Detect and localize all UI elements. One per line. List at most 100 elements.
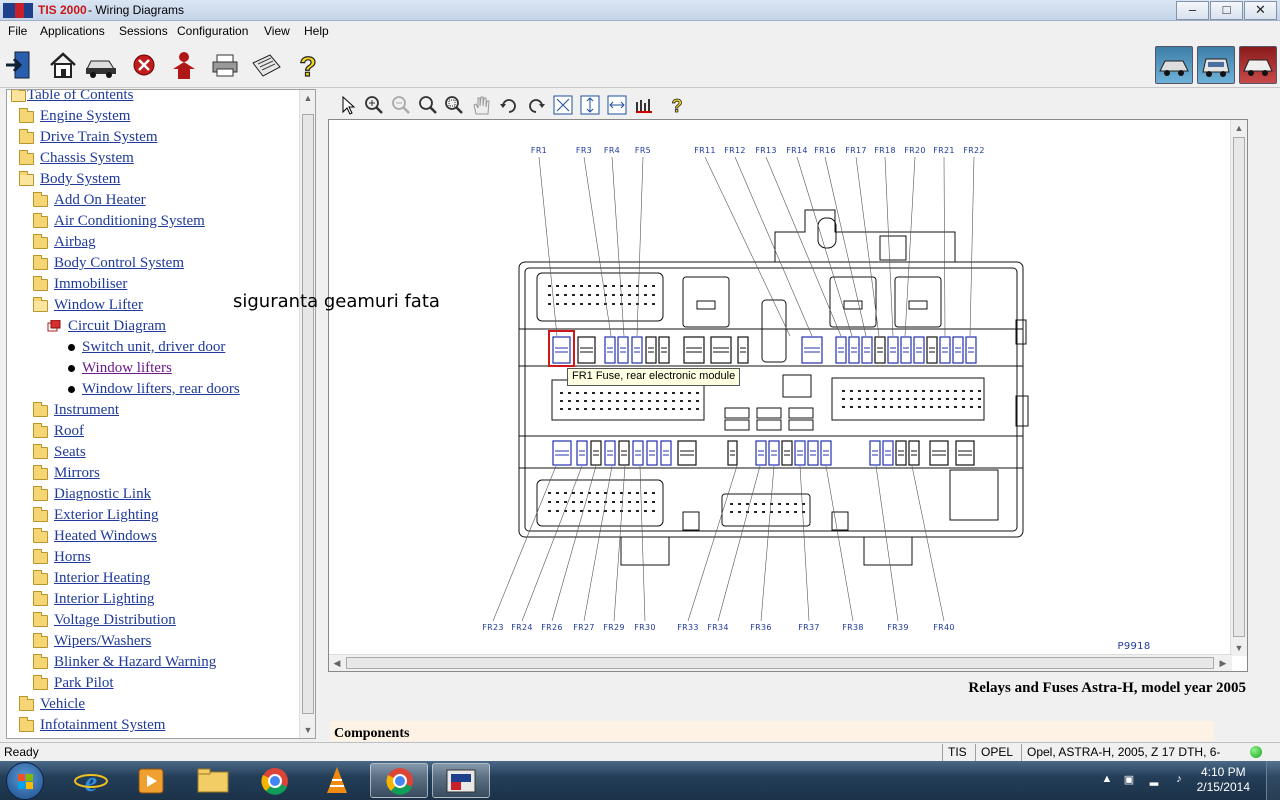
zoom-icon[interactable] [417, 94, 439, 116]
tree-item[interactable]: Horns [7, 549, 297, 570]
tree-item-label[interactable]: Heated Windows [54, 528, 157, 545]
zoom-out-icon[interactable] [390, 94, 412, 116]
tree-item-label[interactable]: Airbag [54, 234, 96, 251]
tree-item[interactable]: Park Pilot [7, 675, 297, 696]
fit-page-icon[interactable] [552, 94, 574, 116]
fit-height-icon[interactable] [579, 94, 601, 116]
tree-item-label[interactable]: Exterior Lighting [54, 507, 159, 524]
tree-item[interactable]: Mirrors [7, 465, 297, 486]
tree-item[interactable]: Voltage Distribution [7, 612, 297, 633]
tree-item-label[interactable]: Window lifters, rear doors [82, 381, 240, 398]
network-icon[interactable]: ▂ [1147, 773, 1161, 787]
user-icon[interactable] [168, 49, 200, 81]
tree-item-label[interactable]: Body System [40, 171, 120, 188]
menu-view[interactable]: View [264, 24, 290, 38]
tree-item-label[interactable]: Seats [54, 444, 86, 461]
tree-item-label[interactable]: Chassis System [40, 150, 134, 167]
tree-item[interactable]: Add On Heater [7, 192, 297, 213]
zoom-region-icon[interactable] [443, 94, 465, 116]
scroll-down-icon[interactable]: ▼ [300, 722, 315, 738]
tree-item-label[interactable]: Mirrors [54, 465, 100, 482]
scroll-up-icon[interactable]: ▲ [300, 90, 315, 106]
tree-item[interactable]: Engine System [7, 108, 297, 129]
scroll-left-icon[interactable]: ◀ [329, 655, 345, 671]
media-player-icon[interactable] [122, 763, 180, 798]
internet-explorer-icon[interactable]: e [62, 763, 120, 798]
vehicle-select-2-icon[interactable] [1197, 46, 1235, 84]
help-icon[interactable]: ? [292, 49, 324, 82]
vehicle-select-3-icon[interactable] [1239, 46, 1277, 84]
tree-item-label[interactable]: Infotainment System [40, 717, 165, 734]
diagram-horizontal-scrollbar[interactable]: ◀ ▶ [329, 654, 1232, 671]
panel-splitter[interactable] [318, 89, 326, 739]
tree-item[interactable]: Window lifters [7, 360, 297, 381]
menu-sessions[interactable]: Sessions [119, 24, 168, 38]
tree-item[interactable]: Airbag [7, 234, 297, 255]
tree-item[interactable]: Window lifters, rear doors [7, 381, 297, 402]
tree-item[interactable]: Diagnostic Link [7, 486, 297, 507]
tree-item[interactable]: Interior Lighting [7, 591, 297, 612]
keyboard-icon[interactable] [250, 49, 282, 81]
diagram-help-icon[interactable]: ? [666, 94, 688, 117]
vehicle-icon[interactable] [84, 49, 116, 81]
tree-item-label[interactable]: Roof [54, 423, 84, 440]
tree-item-label[interactable]: Window lifters [82, 360, 172, 377]
show-desktop-button[interactable] [1266, 761, 1280, 800]
maximize-button[interactable]: □ [1210, 1, 1243, 20]
tree-item-label[interactable]: Interior Heating [54, 570, 150, 587]
tree-item-label[interactable]: Switch unit, driver door [82, 339, 225, 356]
tree-item-label[interactable]: Interior Lighting [54, 591, 154, 608]
tree-item-label[interactable]: Drive Train System [40, 129, 158, 146]
tree-item-label[interactable]: Body Control System [54, 255, 184, 272]
menu-file[interactable]: File [8, 24, 27, 38]
tree-item[interactable]: Table of Contents [7, 90, 297, 108]
close-button[interactable]: ✕ [1244, 1, 1277, 20]
menu-applications[interactable]: Applications [40, 24, 105, 38]
connector-icon[interactable] [633, 94, 655, 116]
tree-item-label[interactable]: Add On Heater [54, 192, 146, 209]
zoom-in-icon[interactable] [363, 94, 385, 116]
home-icon[interactable] [47, 49, 79, 81]
vehicle-select-1-icon[interactable] [1155, 46, 1193, 84]
tree-item-label[interactable]: Park Pilot [54, 675, 114, 692]
tree-item[interactable]: Drive Train System [7, 129, 297, 150]
menu-configuration[interactable]: Configuration [177, 24, 248, 38]
scroll-right-icon[interactable]: ▶ [1215, 655, 1231, 671]
minimize-button[interactable]: – [1176, 1, 1209, 20]
tree-item-label[interactable]: Window Lifter [54, 297, 143, 314]
tree-item[interactable]: Blinker & Hazard Warning [7, 654, 297, 675]
fit-width-icon[interactable] [606, 94, 628, 116]
rotate-left-icon[interactable] [498, 94, 520, 116]
tree-item-label[interactable]: Air Conditioning System [54, 213, 205, 230]
menu-help[interactable]: Help [304, 24, 329, 38]
chrome-window-icon[interactable] [370, 763, 428, 798]
tree-item-label[interactable]: Voltage Distribution [54, 612, 176, 629]
tree-item[interactable]: Circuit Diagram [7, 318, 297, 339]
exit-icon[interactable] [3, 49, 35, 81]
tree-item-label[interactable]: Immobiliser [54, 276, 127, 293]
tree-item[interactable]: Body System [7, 171, 297, 192]
tree-item-label[interactable]: Blinker & Hazard Warning [54, 654, 216, 671]
tree-item-label[interactable]: Diagnostic Link [54, 486, 151, 503]
tray-expand-icon[interactable]: ▲ [1100, 773, 1114, 787]
stop-icon[interactable] [128, 49, 160, 81]
horizontal-scroll-thumb[interactable] [346, 657, 1214, 669]
tree-item[interactable]: Air Conditioning System [7, 213, 297, 234]
tree-item-label[interactable]: Engine System [40, 108, 130, 125]
tree-item[interactable]: Seats [7, 444, 297, 465]
start-button[interactable] [6, 762, 44, 800]
tree-item[interactable]: Vehicle [7, 696, 297, 717]
vlc-icon[interactable] [308, 763, 366, 798]
scroll-down-icon[interactable]: ▼ [1231, 640, 1247, 656]
tree-item[interactable]: Interior Heating [7, 570, 297, 591]
diagram-vertical-scrollbar[interactable]: ▲ ▼ [1230, 120, 1247, 656]
rotate-right-icon[interactable] [525, 94, 547, 116]
tree-item[interactable]: Instrument [7, 402, 297, 423]
tree-scrollbar[interactable]: ▲ ▼ [299, 90, 315, 738]
print-icon[interactable] [209, 49, 241, 81]
tree-item[interactable]: Body Control System [7, 255, 297, 276]
tree-item-label[interactable]: Instrument [54, 402, 119, 419]
tree-item[interactable]: Switch unit, driver door [7, 339, 297, 360]
tree-item[interactable]: Roof [7, 423, 297, 444]
volume-icon[interactable]: ♪ [1172, 773, 1186, 787]
